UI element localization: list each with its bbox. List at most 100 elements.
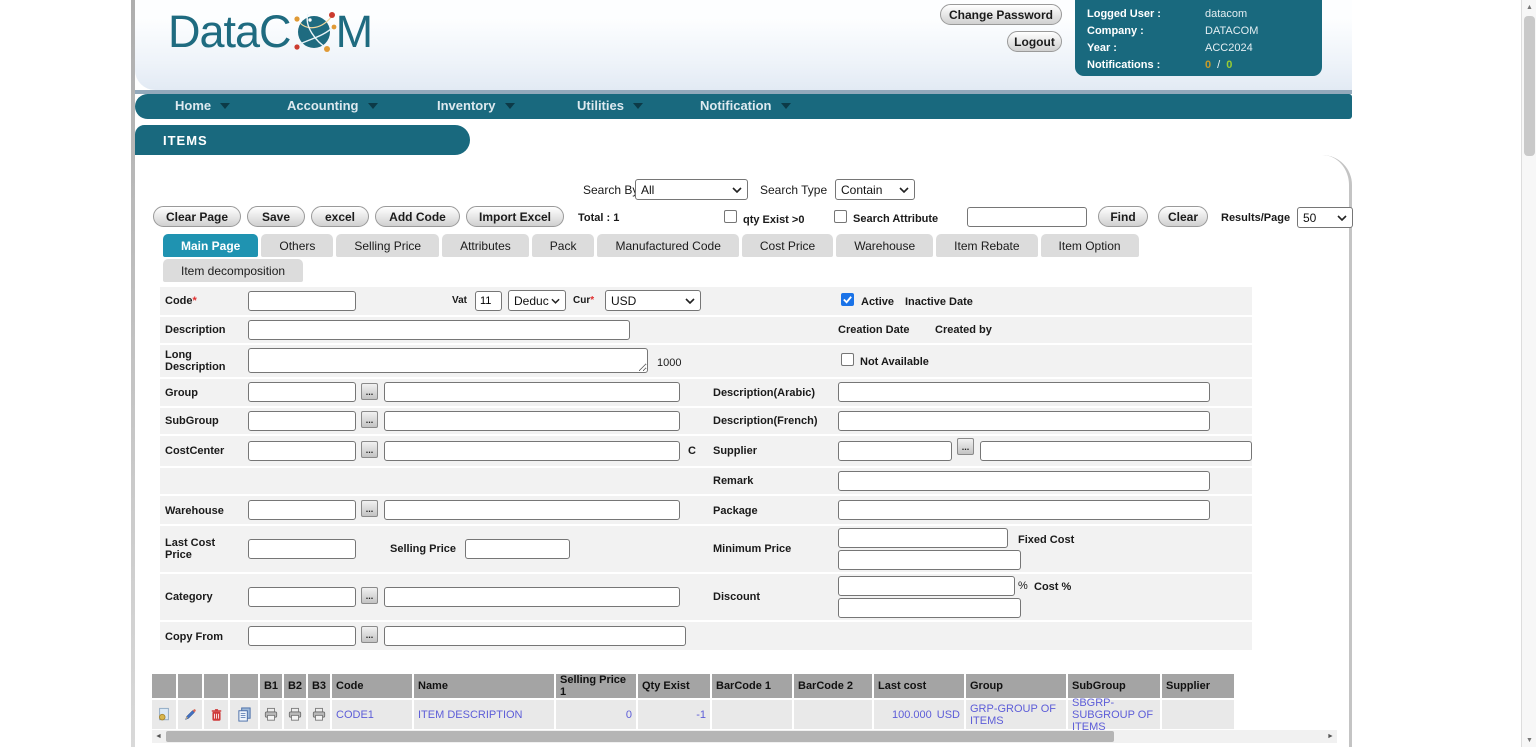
col-header-last-cost: Last cost xyxy=(874,674,964,698)
category-name-input[interactable] xyxy=(384,587,680,607)
tab-main-page[interactable]: Main Page xyxy=(163,234,259,257)
search-type-select[interactable]: Contain xyxy=(835,179,915,200)
cost-percent-label: Cost % xyxy=(1034,581,1072,593)
search-input[interactable] xyxy=(967,207,1087,227)
tab-pack[interactable]: Pack xyxy=(531,234,595,257)
row-name-link[interactable]: ITEM DESCRIPTION xyxy=(414,700,554,729)
discount-input-1[interactable] xyxy=(838,576,1015,596)
vat-input[interactable] xyxy=(475,291,502,311)
warehouse-browse-button[interactable]: ... xyxy=(361,500,378,517)
warehouse-name-input[interactable] xyxy=(384,500,680,520)
warehouse-code-input[interactable] xyxy=(248,500,356,520)
last-cost-price-input[interactable] xyxy=(248,539,356,559)
save-button[interactable]: Save xyxy=(247,206,305,227)
tab-warehouse[interactable]: Warehouse xyxy=(836,234,934,257)
subgroup-label: SubGroup xyxy=(165,415,219,427)
horizontal-scroll-thumb[interactable] xyxy=(166,731,1114,742)
search-by-select[interactable]: All xyxy=(635,179,748,200)
subgroup-name-input[interactable] xyxy=(384,411,680,431)
add-code-button[interactable]: Add Code xyxy=(375,206,460,227)
vat-type-select[interactable]: Deduc xyxy=(508,290,566,311)
nav-item-notification[interactable]: Notification xyxy=(700,98,791,113)
page-vertical-scrollbar[interactable]: ▲ ▼ xyxy=(1521,0,1536,747)
year-row: Year : ACC2024 xyxy=(1087,39,1312,56)
datacom-logo: DataC M xyxy=(168,6,373,58)
copy-from-code-input[interactable] xyxy=(248,626,356,646)
find-button[interactable]: Find xyxy=(1098,206,1148,227)
vertical-scroll-thumb[interactable] xyxy=(1524,16,1535,156)
selling-price-input[interactable] xyxy=(465,539,570,559)
item-tabs-row2: Item decomposition xyxy=(163,259,304,282)
logout-button[interactable]: Logout xyxy=(1007,31,1062,52)
search-type-label: Search Type xyxy=(760,183,828,197)
tab-item-decomposition[interactable]: Item decomposition xyxy=(163,259,304,282)
clear-button[interactable]: Clear xyxy=(1158,206,1208,227)
scroll-up-arrow[interactable]: ▲ xyxy=(1522,0,1536,14)
change-password-button[interactable]: Change Password xyxy=(940,4,1062,25)
tab-manufactured-code[interactable]: Manufactured Code xyxy=(597,234,739,257)
scroll-left-arrow[interactable]: ◄ xyxy=(152,730,165,743)
results-per-page-select[interactable]: 50 xyxy=(1297,207,1353,228)
copy-from-browse-button[interactable]: ... xyxy=(361,626,378,643)
delete-icon[interactable] xyxy=(204,700,228,729)
nav-item-inventory[interactable]: Inventory xyxy=(437,98,515,113)
description-input[interactable] xyxy=(248,320,630,340)
row-code-link[interactable]: CODE1 xyxy=(332,700,412,729)
supplier-code-input[interactable] xyxy=(838,441,952,461)
tab-cost-price[interactable]: Cost Price xyxy=(741,234,834,257)
edit-icon[interactable] xyxy=(178,700,202,729)
col-header-name: Name xyxy=(414,674,554,698)
tab-item-option[interactable]: Item Option xyxy=(1040,234,1139,257)
costcenter-name-input[interactable] xyxy=(384,441,680,461)
minimum-price-input-2[interactable] xyxy=(838,550,1021,570)
discount-input-2[interactable] xyxy=(838,598,1021,618)
table-horizontal-scrollbar[interactable]: ◄ ► xyxy=(152,730,1337,743)
import-excel-button[interactable]: Import Excel xyxy=(466,206,564,227)
active-checkbox[interactable] xyxy=(841,293,854,306)
copy-icon[interactable] xyxy=(230,700,258,729)
costcenter-code-input[interactable] xyxy=(248,441,356,461)
nav-item-utilities[interactable]: Utilities xyxy=(577,98,643,113)
nav-item-home[interactable]: Home xyxy=(175,98,231,113)
tab-attributes[interactable]: Attributes xyxy=(442,234,529,257)
remark-input[interactable] xyxy=(838,471,1210,491)
supplier-name-input[interactable] xyxy=(980,441,1252,461)
print-barcode3-icon[interactable] xyxy=(308,700,330,729)
nav-item-accounting[interactable]: Accounting xyxy=(287,98,378,113)
scroll-down-arrow[interactable]: ▼ xyxy=(1522,733,1536,747)
description-french-input[interactable] xyxy=(838,411,1210,431)
costcenter-browse-button[interactable]: ... xyxy=(361,441,378,458)
subgroup-browse-button[interactable]: ... xyxy=(361,411,378,428)
print-barcode2-icon[interactable] xyxy=(284,700,306,729)
tab-selling-price[interactable]: Selling Price xyxy=(336,234,440,257)
group-code-input[interactable] xyxy=(248,382,356,402)
description-arabic-input[interactable] xyxy=(838,382,1210,402)
costcenter-c-label: C xyxy=(688,445,696,457)
search-attribute-checkbox[interactable] xyxy=(834,210,847,223)
category-browse-button[interactable]: ... xyxy=(361,587,378,604)
not-available-checkbox[interactable] xyxy=(841,353,854,366)
subgroup-code-input[interactable] xyxy=(248,411,356,431)
search-by-label: Search By xyxy=(583,183,639,197)
scroll-right-arrow[interactable]: ► xyxy=(1324,730,1337,743)
tab-others[interactable]: Others xyxy=(261,234,334,257)
excel-button[interactable]: excel xyxy=(311,206,369,227)
warehouse-label: Warehouse xyxy=(165,505,224,517)
minimum-price-input-1[interactable] xyxy=(838,528,1008,548)
group-name-input[interactable] xyxy=(384,382,680,402)
long-description-textarea[interactable] xyxy=(248,348,648,373)
globe-icon xyxy=(293,12,336,52)
tab-item-rebate[interactable]: Item Rebate xyxy=(936,234,1038,257)
group-browse-button[interactable]: ... xyxy=(361,383,378,400)
category-code-input[interactable] xyxy=(248,587,356,607)
clear-page-button[interactable]: Clear Page xyxy=(153,206,241,227)
copy-from-name-input[interactable] xyxy=(384,626,686,646)
package-input[interactable] xyxy=(838,500,1210,520)
supplier-browse-button[interactable]: ... xyxy=(957,438,974,455)
code-input[interactable] xyxy=(248,291,356,311)
select-row-icon[interactable] xyxy=(152,700,176,729)
package-label: Package xyxy=(713,505,758,517)
qty-exist-checkbox[interactable] xyxy=(724,210,737,223)
currency-select[interactable]: USD xyxy=(605,290,701,311)
print-barcode1-icon[interactable] xyxy=(260,700,282,729)
